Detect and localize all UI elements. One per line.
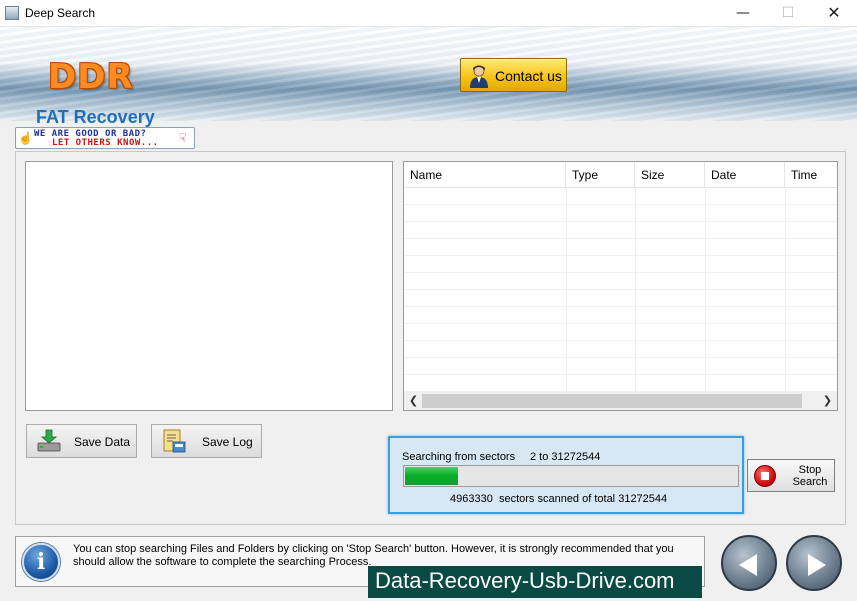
grid-column-line — [705, 188, 706, 392]
scanned-label: sectors scanned of total — [498, 493, 616, 505]
scanned-status: 4963330 sectors scanned of total 3127254… — [450, 493, 667, 505]
column-header-type[interactable]: Type — [566, 162, 635, 188]
progress-bar — [403, 465, 739, 487]
thumbs-down-icon: ☟ — [179, 131, 187, 145]
searching-label: Searching from sectors — [402, 451, 516, 463]
minimize-button[interactable]: — — [720, 0, 766, 27]
save-log-button[interactable]: Save Log — [151, 424, 262, 458]
column-header-size[interactable]: Size — [635, 162, 705, 188]
search-progress-panel: Searching from sectors 2 to 31272544 496… — [388, 436, 744, 514]
grid-column-line — [785, 188, 786, 392]
info-icon: i — [22, 543, 60, 581]
window-title: Deep Search — [25, 6, 96, 20]
horizontal-scrollbar[interactable]: ❮ ❯ — [404, 392, 837, 410]
progress-bar-fill — [405, 467, 458, 485]
watermark-text: Data-Recovery-Usb-Drive.com — [375, 568, 675, 593]
header-banner: DDR FAT Recovery Contact us — [0, 27, 857, 127]
back-arrow-icon — [739, 554, 757, 576]
sector-range: 2 to 31272544 — [530, 451, 601, 463]
close-button[interactable]: ✕ — [811, 0, 857, 27]
back-button[interactable] — [721, 535, 777, 591]
table-row[interactable] — [404, 375, 837, 392]
file-list[interactable]: Name Type Size Date Time ❮ ❯ — [403, 161, 838, 411]
ddr-logo: DDR — [48, 57, 134, 97]
app-icon — [5, 6, 19, 20]
stop-search-label: Stop Search — [788, 464, 832, 488]
table-row[interactable] — [404, 239, 837, 256]
scrollbar-thumb[interactable] — [422, 394, 802, 408]
column-header-date[interactable]: Date — [705, 162, 785, 188]
table-row[interactable] — [404, 273, 837, 290]
table-row[interactable] — [404, 222, 837, 239]
scanned-count: 4963330 — [450, 493, 493, 505]
column-header-name[interactable]: Name — [404, 162, 566, 188]
feedback-badge[interactable]: ☝ WE ARE GOOD OR BAD? LET OTHERS KNOW...… — [15, 127, 195, 149]
table-row[interactable] — [404, 307, 837, 324]
stop-search-label-line1: Stop — [798, 464, 822, 476]
person-icon — [470, 65, 488, 88]
log-file-icon — [163, 429, 186, 453]
save-log-label: Save Log — [202, 435, 253, 449]
file-list-header: Name Type Size Date Time — [404, 162, 837, 188]
contact-us-button[interactable]: Contact us — [460, 58, 567, 92]
contact-us-label: Contact us — [495, 68, 562, 84]
product-name: FAT Recovery — [36, 107, 155, 127]
thumbs-up-icon: ☝ — [18, 131, 33, 145]
next-arrow-icon — [808, 554, 826, 576]
table-row[interactable] — [404, 324, 837, 341]
stop-search-button[interactable]: Stop Search — [747, 459, 835, 492]
table-row[interactable] — [404, 256, 837, 273]
table-row[interactable] — [404, 188, 837, 205]
stop-icon — [754, 465, 776, 487]
grid-column-line — [635, 188, 636, 392]
table-row[interactable] — [404, 341, 837, 358]
feedback-line2: LET OTHERS KNOW... — [52, 138, 159, 148]
scanned-total: 31272544 — [618, 493, 668, 505]
save-data-label: Save Data — [74, 435, 131, 449]
stop-search-label-line2: Search — [792, 476, 828, 488]
maximize-button[interactable]: ☐ — [765, 0, 811, 27]
table-row[interactable] — [404, 205, 837, 222]
grid-column-line — [566, 188, 567, 392]
save-data-button[interactable]: Save Data — [26, 424, 137, 458]
column-header-time[interactable]: Time — [785, 162, 837, 188]
title-bar: Deep Search — ☐ ✕ — [0, 0, 857, 27]
website-watermark: Data-Recovery-Usb-Drive.com — [368, 566, 702, 598]
table-row[interactable] — [404, 290, 837, 307]
folder-tree[interactable] — [25, 161, 393, 411]
scroll-left-icon[interactable]: ❮ — [405, 393, 422, 409]
table-row[interactable] — [404, 358, 837, 375]
scroll-right-icon[interactable]: ❯ — [819, 393, 836, 409]
next-button[interactable] — [786, 535, 842, 591]
download-drive-icon — [37, 429, 61, 452]
